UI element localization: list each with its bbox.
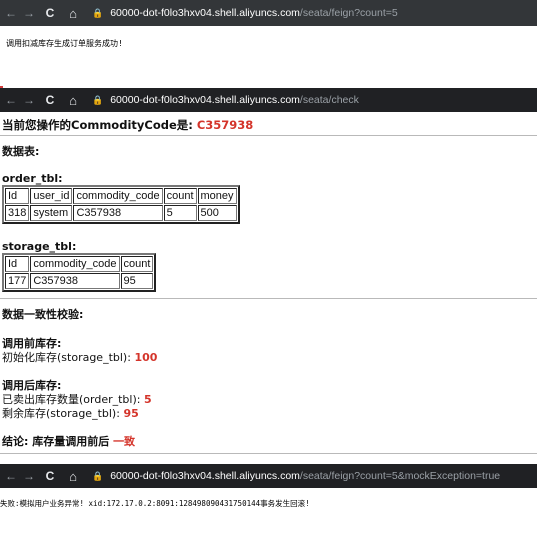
browser-address-bar-1: ← → C ⌂ 🔒 60000-dot-f0lo3hxv04.shell.ali… xyxy=(0,0,537,26)
order-table: Id user_id commodity_code count money 31… xyxy=(2,185,240,224)
column-header: count xyxy=(163,188,197,204)
conclusion-value: 一致 xyxy=(113,435,136,448)
browser-address-bar-2: ← → C ⌂ 🔒 60000-dot-f0lo3hxv04.shell.ali… xyxy=(0,88,537,112)
url-host: 60000-dot-f0lo3hxv04.shell.aliyuncs.com xyxy=(110,94,300,106)
table-cell: C357938 xyxy=(30,273,120,289)
back-icon[interactable]: ← xyxy=(4,93,18,107)
lock-icon[interactable]: 🔒 xyxy=(92,8,103,19)
url-field[interactable]: 60000-dot-f0lo3hxv04.shell.aliyuncs.com/… xyxy=(103,94,359,106)
url-field[interactable]: 60000-dot-f0lo3hxv04.shell.aliyuncs.com/… xyxy=(103,470,500,482)
url-host: 60000-dot-f0lo3hxv04.shell.aliyuncs.com xyxy=(110,7,300,19)
commodity-code-value: C357938 xyxy=(196,118,254,132)
success-message: 调用扣减库存生成订单服务成功! xyxy=(6,39,123,48)
url-field[interactable]: 60000-dot-f0lo3hxv04.shell.aliyuncs.com/… xyxy=(103,7,398,19)
remain-label: 剩余库存(storage_tbl): xyxy=(2,407,124,420)
back-icon[interactable]: ← xyxy=(4,469,18,483)
column-header: Id xyxy=(5,188,30,204)
column-header: commodity_code xyxy=(73,188,163,204)
table-cell: 500 xyxy=(197,205,237,221)
remain-value: 95 xyxy=(123,407,139,420)
init-stock-label: 初始化库存(storage_tbl): xyxy=(2,351,135,364)
column-header: user_id xyxy=(30,188,73,204)
heading-label: 当前您操作的CommodityCode是: xyxy=(2,118,197,132)
table-cell: C357938 xyxy=(73,205,163,221)
forward-icon[interactable]: → xyxy=(22,469,36,483)
remain-line: 剩余库存(storage_tbl): 95 xyxy=(2,405,139,421)
exception-result-page: 失败:模拟用户业务异常! xid:172.17.0.2:8091:1284980… xyxy=(0,488,537,547)
data-table-label: 数据表: xyxy=(2,145,40,158)
url-path: /seata/feign?count=5 xyxy=(299,7,398,19)
table-cell: 95 xyxy=(120,273,154,289)
consistency-label: 数据一致性校验: xyxy=(2,308,84,321)
column-header: money xyxy=(197,188,237,204)
init-stock-line: 初始化库存(storage_tbl): 100 xyxy=(2,349,157,365)
url-path: /seata/feign?count=5&mockException=true xyxy=(299,470,501,482)
storage-table-label: storage_tbl: xyxy=(2,240,77,253)
table-cell: system xyxy=(30,205,73,221)
lock-icon[interactable]: 🔒 xyxy=(92,95,103,106)
table-cell: 5 xyxy=(163,205,197,221)
forward-icon[interactable]: → xyxy=(22,93,36,107)
divider xyxy=(0,298,537,299)
table-cell: 318 xyxy=(5,205,30,221)
url-host: 60000-dot-f0lo3hxv04.shell.aliyuncs.com xyxy=(110,470,300,482)
column-header: count xyxy=(120,256,154,272)
reload-icon[interactable]: C xyxy=(43,6,57,20)
order-table-label: order_tbl: xyxy=(2,172,63,185)
check-page: 当前您操作的CommodityCode是: C357938 数据表: order… xyxy=(0,112,537,464)
forward-icon[interactable]: → xyxy=(22,6,36,20)
home-icon[interactable]: ⌂ xyxy=(66,6,80,21)
reload-icon[interactable]: C xyxy=(43,469,57,483)
table-row: 318 system C357938 5 500 xyxy=(5,205,237,221)
browser-address-bar-3: ← → C ⌂ 🔒 60000-dot-f0lo3hxv04.shell.ali… xyxy=(0,464,537,488)
back-icon[interactable]: ← xyxy=(4,6,18,20)
table-cell: 177 xyxy=(5,273,30,289)
conclusion-label: 结论: 库存量调用前后 xyxy=(2,435,114,448)
reload-icon[interactable]: C xyxy=(43,93,57,107)
divider xyxy=(0,135,537,136)
table-header-row: Id user_id commodity_code count money xyxy=(5,188,237,204)
divider xyxy=(0,453,537,454)
init-stock-value: 100 xyxy=(134,351,158,364)
url-path: /seata/check xyxy=(299,94,359,106)
conclusion-line: 结论: 库存量调用前后 一致 xyxy=(2,433,135,449)
home-icon[interactable]: ⌂ xyxy=(66,469,80,484)
lock-icon[interactable]: 🔒 xyxy=(92,471,103,482)
storage-table: Id commodity_code count 177 C357938 95 xyxy=(2,253,157,292)
column-header: Id xyxy=(5,256,30,272)
column-header: commodity_code xyxy=(30,256,120,272)
page-heading: 当前您操作的CommodityCode是: C357938 xyxy=(2,117,253,133)
table-header-row: Id commodity_code count xyxy=(5,256,154,272)
sold-value: 5 xyxy=(143,393,152,406)
home-icon[interactable]: ⌂ xyxy=(66,93,80,108)
table-row: 177 C357938 95 xyxy=(5,273,154,289)
feign-result-page: 调用扣减库存生成订单服务成功! xyxy=(0,26,537,112)
failure-message: 失败:模拟用户业务异常! xid:172.17.0.2:8091:1284980… xyxy=(0,499,310,508)
